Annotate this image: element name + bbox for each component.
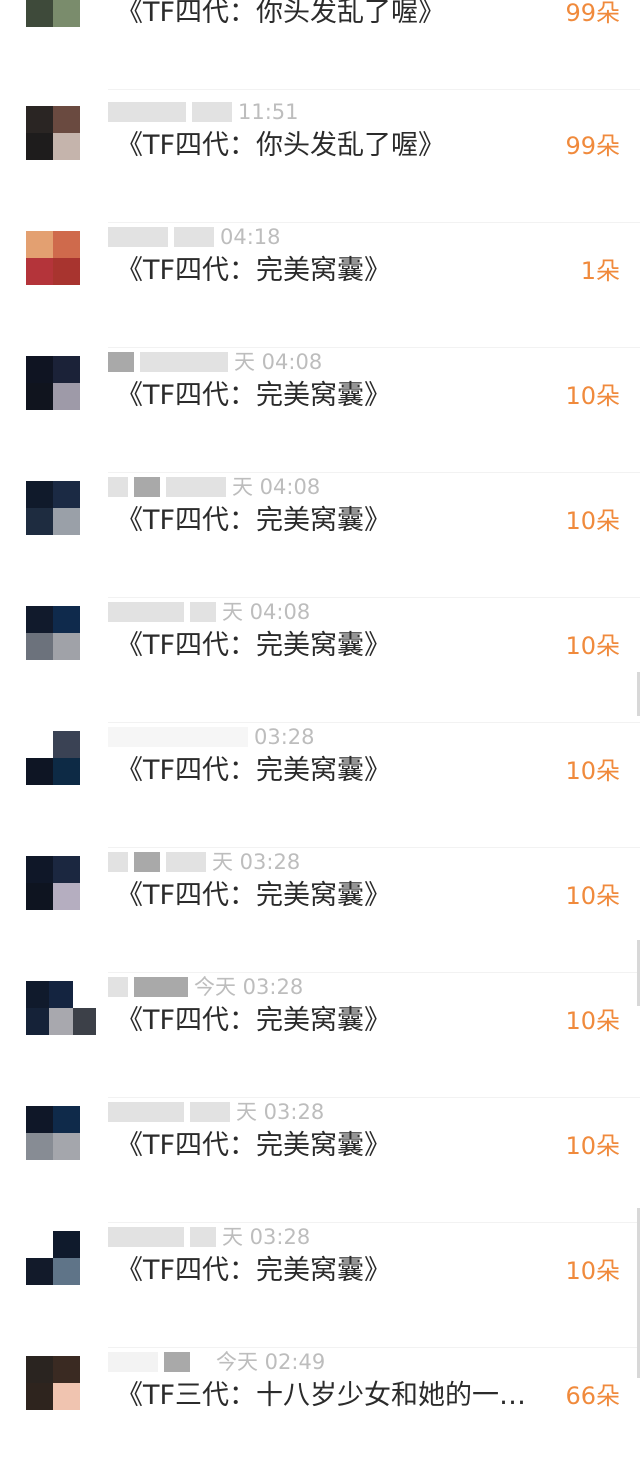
item-meta: 今天 03:28 xyxy=(108,973,303,999)
item-meta: 天 04:08 xyxy=(108,348,322,374)
item-meta: 天 03:28 xyxy=(108,848,300,874)
item-title: 《TF四代：完美窝囊》 xyxy=(116,880,392,911)
item-time: 天 04:08 xyxy=(232,475,321,499)
item-time: 11:51 xyxy=(238,100,299,124)
blurred-username-2 xyxy=(134,477,160,497)
item-time: 03:28 xyxy=(254,725,315,749)
item-title: 《TF四代：你头发乱了喔》 xyxy=(116,0,446,28)
blurred-username-2 xyxy=(134,852,160,872)
item-title: 《TF四代：完美窝囊》 xyxy=(116,255,392,286)
list-item[interactable]: 今天 02:49 《TF三代：十八岁少女和她的一… 66朵 xyxy=(0,1348,640,1473)
item-meta: 天 04:08 xyxy=(108,598,310,624)
blurred-username-2 xyxy=(134,977,188,997)
item-title: 《TF四代：完美窝囊》 xyxy=(116,755,392,786)
item-count: 10朵 xyxy=(565,632,620,660)
item-count: 10朵 xyxy=(565,507,620,535)
blurred-username xyxy=(108,352,134,372)
avatar[interactable] xyxy=(26,731,80,785)
blurred-username xyxy=(108,477,128,497)
blurred-username xyxy=(108,227,168,247)
item-count: 10朵 xyxy=(565,1257,620,1285)
item-meta: 天 04:08 xyxy=(108,473,320,499)
item-count: 10朵 xyxy=(565,1132,620,1160)
avatar[interactable] xyxy=(26,856,80,910)
list-item[interactable]: 天 04:08 《TF四代：完美窝囊》 10朵 xyxy=(0,473,640,598)
avatar[interactable] xyxy=(26,0,80,27)
blurred-username xyxy=(108,102,186,122)
blurred-date xyxy=(192,102,232,122)
item-time: 今天 03:28 xyxy=(194,975,304,999)
item-meta: 天 03:28 xyxy=(108,1098,324,1124)
item-title: 《TF四代：完美窝囊》 xyxy=(116,1130,392,1161)
item-time: 天 03:28 xyxy=(222,1225,311,1249)
blurred-username xyxy=(108,977,128,997)
list-item[interactable]: 天 03:28 《TF四代：完美窝囊》 10朵 xyxy=(0,1098,640,1223)
avatar[interactable] xyxy=(26,1231,80,1285)
avatar[interactable] xyxy=(26,231,80,285)
blurred-date xyxy=(140,352,228,372)
blurred-username xyxy=(108,1352,158,1372)
list-item[interactable]: 11:51 《TF四代：你头发乱了喔》 99朵 xyxy=(0,98,640,223)
list-item[interactable]: 03:28 《TF四代：完美窝囊》 10朵 xyxy=(0,723,640,848)
avatar[interactable] xyxy=(26,981,96,1035)
item-count: 10朵 xyxy=(565,757,620,785)
item-count: 99朵 xyxy=(565,132,620,160)
list-item[interactable]: 天 04:08 《TF四代：完美窝囊》 10朵 xyxy=(0,348,640,473)
avatar[interactable] xyxy=(26,1106,80,1160)
blurred-date xyxy=(190,602,216,622)
blurred-date xyxy=(190,1227,216,1247)
item-title: 《TF四代：完美窝囊》 xyxy=(116,505,392,536)
item-time: 天 04:08 xyxy=(234,350,323,374)
item-time: 天 04:08 xyxy=(222,600,311,624)
item-title: 《TF四代：完美窝囊》 xyxy=(116,1255,392,1286)
avatar[interactable] xyxy=(26,606,80,660)
blurred-username xyxy=(108,1102,184,1122)
list-item[interactable]: 04:18 《TF四代：完美窝囊》 1朵 xyxy=(0,223,640,348)
avatar[interactable] xyxy=(26,356,80,410)
item-title: 《TF四代：完美窝囊》 xyxy=(116,380,392,411)
item-count: 10朵 xyxy=(565,382,620,410)
blurred-username xyxy=(108,602,184,622)
list-item[interactable]: 天 03:28 《TF四代：完美窝囊》 10朵 xyxy=(0,848,640,973)
item-meta: 今天 02:49 xyxy=(108,1348,325,1374)
avatar[interactable] xyxy=(26,106,80,160)
list-item[interactable]: 天 03:28 《TF四代：完美窝囊》 10朵 xyxy=(0,1223,640,1348)
blurred-date xyxy=(166,477,226,497)
item-time: 今天 02:49 xyxy=(216,1350,326,1374)
item-count: 66朵 xyxy=(565,1382,620,1410)
divider xyxy=(108,89,640,90)
item-count: 1朵 xyxy=(580,257,620,285)
item-time: 天 03:28 xyxy=(212,850,301,874)
item-title: 《TF四代：完美窝囊》 xyxy=(116,1005,392,1036)
blurred-username-2 xyxy=(164,1352,190,1372)
item-time: 04:18 xyxy=(220,225,281,249)
blurred-date xyxy=(190,1102,230,1122)
item-count: 99朵 xyxy=(565,0,620,27)
blurred-date xyxy=(166,852,206,872)
item-count: 10朵 xyxy=(565,882,620,910)
item-meta: 04:18 xyxy=(108,223,281,249)
list-item[interactable]: 《TF四代：你头发乱了喔》 99朵 xyxy=(0,0,640,90)
list-item[interactable]: 今天 03:28 《TF四代：完美窝囊》 10朵 xyxy=(0,973,640,1098)
item-meta: 11:51 xyxy=(108,98,299,124)
blurred-date xyxy=(196,1352,210,1372)
blurred-date xyxy=(174,227,214,247)
item-meta: 03:28 xyxy=(108,723,315,749)
blurred-username xyxy=(108,1227,184,1247)
blurred-username xyxy=(108,852,128,872)
avatar[interactable] xyxy=(26,1356,80,1410)
item-count: 10朵 xyxy=(565,1007,620,1035)
item-title: 《TF四代：完美窝囊》 xyxy=(116,630,392,661)
item-meta: 天 03:28 xyxy=(108,1223,310,1249)
item-time: 天 03:28 xyxy=(236,1100,325,1124)
blurred-username xyxy=(108,727,248,747)
item-title: 《TF三代：十八岁少女和她的一… xyxy=(116,1380,527,1411)
item-title: 《TF四代：你头发乱了喔》 xyxy=(116,130,446,161)
list-item[interactable]: 天 04:08 《TF四代：完美窝囊》 10朵 xyxy=(0,598,640,723)
avatar[interactable] xyxy=(26,481,80,535)
